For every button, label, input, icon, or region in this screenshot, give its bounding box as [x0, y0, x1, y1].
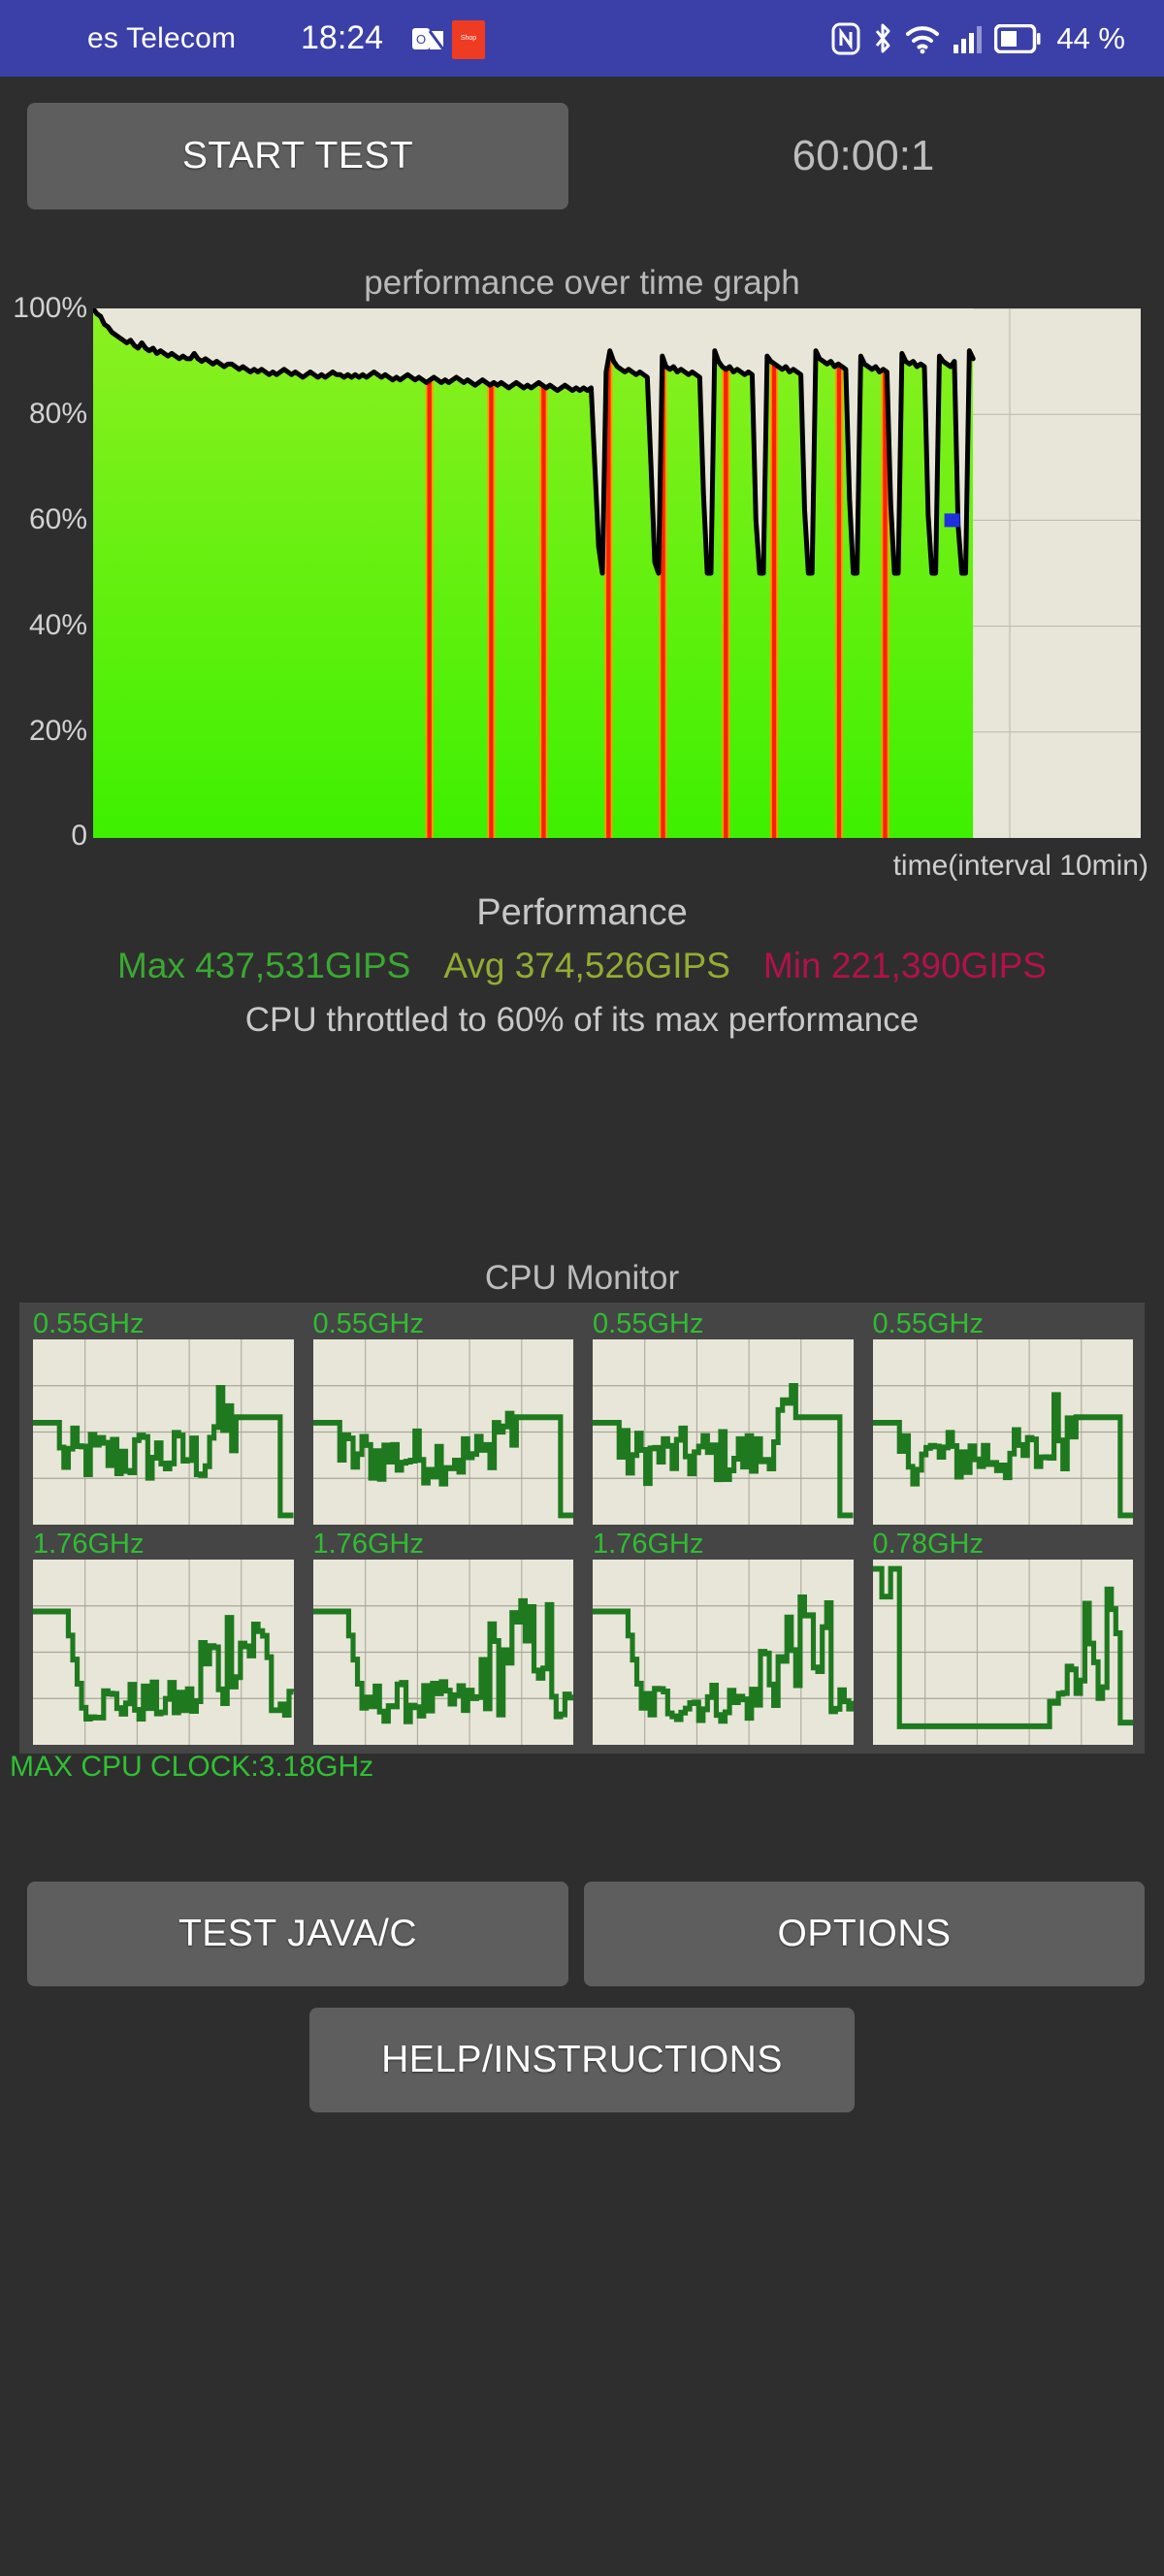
wifi-icon — [906, 25, 940, 53]
avg-value: 374,526GIPS — [514, 946, 730, 985]
status-clock: 18:24 — [301, 19, 384, 56]
cpu-core-2-chart — [593, 1339, 854, 1525]
cpu-core-0: 0.55GHz — [27, 1308, 298, 1527]
signal-icon — [954, 25, 983, 53]
cpu-core-3: 0.55GHz — [867, 1308, 1138, 1527]
cpu-core-2-frequency: 0.55GHz — [593, 1308, 704, 1339]
cpu-core-1-chart — [312, 1339, 573, 1525]
shopping-app-icon: Shop — [452, 20, 485, 59]
cpu-core-grid: 0.55GHz 0.55GHz 0.55GHz 0.55GHz 1.76GHz 1.76G… — [27, 1308, 1137, 1747]
svg-text:O: O — [416, 32, 426, 47]
y-tick-100: 100% — [13, 292, 87, 324]
min-stat: Min 221,390GIPS — [763, 946, 1047, 986]
status-icons: 44 % — [831, 21, 1125, 56]
options-button[interactable]: OPTIONS — [584, 1882, 1145, 1986]
throttle-note: CPU throttled to 60% of its max performa… — [244, 1001, 920, 1039]
graph-y-axis: 100% 80% 60% 40% 20% 0 — [0, 292, 93, 852]
nfc-icon — [831, 22, 860, 54]
max-label: Max — [117, 946, 185, 985]
cpu-core-0-frequency: 0.55GHz — [33, 1308, 145, 1339]
cpu-core-1: 0.55GHz — [307, 1308, 578, 1527]
y-tick-20: 20% — [28, 715, 87, 747]
cpu-core-5: 1.76GHz — [307, 1529, 578, 1747]
graph-title: performance over time graph — [364, 264, 800, 302]
graph-plot-area[interactable] — [93, 308, 1141, 838]
cpu-core-7-frequency: 0.78GHz — [872, 1529, 984, 1560]
test-java-c-button[interactable]: TEST JAVA/C — [27, 1882, 568, 1986]
cpu-core-3-frequency: 0.55GHz — [872, 1308, 984, 1339]
cpu-core-7: 0.78GHz — [867, 1529, 1138, 1747]
y-tick-40: 40% — [28, 609, 87, 641]
outlook-icon: O — [412, 27, 443, 50]
start-test-button[interactable]: START TEST — [27, 103, 568, 209]
bluetooth-icon — [876, 23, 890, 52]
cpu-core-4: 1.76GHz — [27, 1529, 298, 1747]
y-tick-60: 60% — [28, 503, 87, 535]
battery-percent: 44 % — [1056, 20, 1125, 55]
top-toolbar: START TEST 60:00:1 — [0, 103, 1164, 209]
y-tick-0: 0 — [71, 820, 87, 852]
timer-display: 60:00:1 — [792, 132, 935, 179]
cpu-monitor-title: CPU Monitor — [484, 1259, 680, 1297]
cpu-core-1-frequency: 0.55GHz — [312, 1308, 424, 1339]
cpu-core-3-chart — [872, 1339, 1133, 1525]
max-cpu-clock-label: MAX CPU CLOCK:3.18GHz — [10, 1751, 374, 1783]
performance-graph: 100% 80% 60% 40% 20% 0 — [0, 292, 1164, 852]
max-value: 437,531GIPS — [195, 946, 411, 985]
battery-icon — [994, 23, 1041, 53]
cpu-core-7-chart — [872, 1560, 1133, 1745]
y-tick-80: 80% — [28, 398, 87, 430]
help-instructions-button[interactable]: HELP/INSTRUCTIONS — [309, 2008, 855, 2112]
cpu-core-2: 0.55GHz — [587, 1308, 857, 1527]
graph-x-axis-label: time(interval 10min) — [892, 850, 1148, 882]
carrier-label: es Telecom — [87, 21, 237, 54]
cpu-core-4-frequency: 1.76GHz — [33, 1529, 145, 1560]
cpu-core-6: 1.76GHz — [587, 1529, 857, 1747]
cpu-core-0-chart — [33, 1339, 294, 1525]
cpu-monitor-panel: 0.55GHz 0.55GHz 0.55GHz 0.55GHz 1.76GHz 1.76G… — [19, 1303, 1145, 1754]
min-label: Min — [762, 946, 822, 985]
performance-heading: Performance — [476, 892, 688, 933]
cpu-core-6-chart — [593, 1560, 854, 1745]
performance-stats: Max 437,531GIPS Avg 374,526GIPS Min 221,… — [0, 946, 1164, 986]
avg-label: Avg — [443, 946, 505, 985]
cpu-core-6-frequency: 1.76GHz — [593, 1529, 704, 1560]
cpu-core-4-chart — [33, 1560, 294, 1745]
max-stat: Max 437,531GIPS — [117, 946, 410, 986]
avg-stat: Avg 374,526GIPS — [443, 946, 730, 986]
graph-svg — [93, 308, 1141, 838]
min-value: 221,390GIPS — [830, 946, 1047, 985]
cpu-core-5-chart — [312, 1560, 573, 1745]
status-bar: es Telecom 18:24 O Shop 44 % — [0, 0, 1164, 77]
cpu-core-5-frequency: 1.76GHz — [312, 1529, 424, 1560]
